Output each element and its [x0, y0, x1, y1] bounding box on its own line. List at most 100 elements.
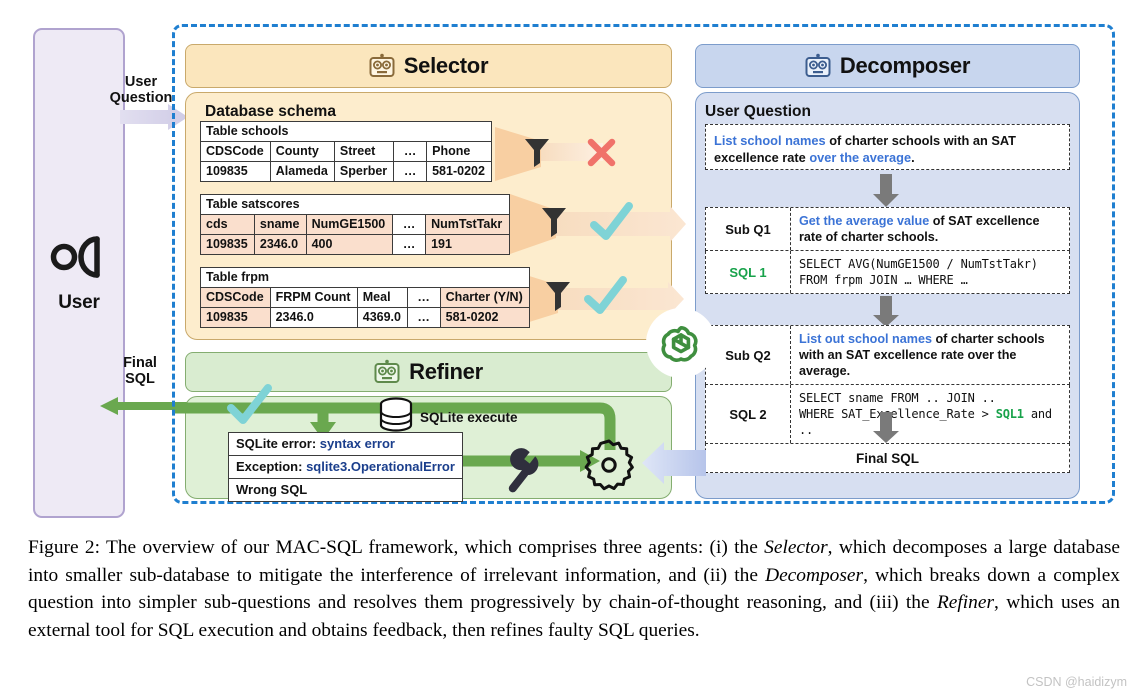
- table-header-row: cds sname NumGE1500 … NumTstTakr: [200, 214, 510, 235]
- sql-1-label: SQL 1: [706, 251, 791, 293]
- column-header: NumGE1500: [305, 214, 394, 235]
- refiner-title: Refiner: [409, 359, 483, 384]
- cell: 109835: [200, 234, 255, 255]
- table-header-row: CDSCode County Street … Phone: [200, 141, 492, 162]
- selector-filter-flow-1: [495, 127, 616, 181]
- caption-prefix: Figure 2:: [28, 537, 101, 558]
- table-row: 109835 2346.0 4369.0 … 581-0202: [200, 307, 531, 328]
- decomposer-title: Decomposer: [839, 53, 971, 78]
- table-name: Table schools: [200, 121, 492, 142]
- user-question-flow-label-line1: User: [124, 74, 158, 90]
- decomposer-header: Decomposer: [695, 44, 1080, 88]
- cell: 109835: [200, 307, 271, 328]
- column-header-ellipsis: …: [406, 287, 441, 308]
- user-question-flow-label: User Question: [103, 74, 179, 106]
- column-header: County: [269, 141, 335, 162]
- cell: 191: [425, 234, 510, 255]
- database-icon: [379, 397, 413, 432]
- final-sql-to-refiner-arrow: [642, 442, 706, 484]
- sub-q2-text: List out school names of charter schools…: [791, 326, 1069, 384]
- cell-ellipsis: …: [406, 307, 441, 328]
- error-key: Wrong SQL: [236, 482, 308, 497]
- decomposer-arrow-2: [873, 296, 899, 327]
- table-row: 109835 Alameda Sperber … 581-0202: [200, 161, 492, 182]
- final-sql-flow-label: Final SQL: [104, 355, 176, 387]
- sub-q1-block: Sub Q1 Get the average value of SAT exce…: [705, 207, 1070, 294]
- refiner-error-box: SQLite error: syntax error Exception: sq…: [228, 432, 463, 502]
- sql-1-code: SELECT AVG(NumGE1500 / NumTstTakr) FROM …: [791, 251, 1069, 293]
- column-header-ellipsis: …: [392, 214, 427, 235]
- cell: 581-0202: [439, 307, 531, 328]
- sql-2-code-ref: SQL1: [995, 407, 1024, 421]
- column-header: NumTstTakr: [425, 214, 510, 235]
- user-question-box: List school names of charter schools wit…: [705, 124, 1070, 170]
- table-name: Table satscores: [200, 194, 510, 215]
- cell-ellipsis: …: [392, 234, 427, 255]
- column-header: Street: [333, 141, 395, 162]
- table-name-row: Table schools: [200, 121, 492, 142]
- sub-q2-highlight: List out school names: [799, 332, 932, 346]
- sql-1-row: SQL 1 SELECT AVG(NumGE1500 / NumTstTakr)…: [705, 251, 1070, 294]
- cell: 2346.0: [269, 307, 358, 328]
- error-key: Exception:: [236, 459, 303, 474]
- sub-q2-label: Sub Q2: [706, 326, 791, 384]
- user-figure: User: [35, 226, 123, 314]
- user-question-text: List school names of charter schools wit…: [706, 125, 1069, 173]
- sql-1-code-line2: FROM frpm JOIN … WHERE …: [799, 273, 968, 287]
- robot-icon: [369, 53, 395, 77]
- person-icon: [50, 236, 100, 278]
- caption-text-1: The overview of our MAC-SQL framework, w…: [100, 537, 765, 558]
- uq-part1: List school names: [714, 133, 826, 148]
- uq-part4: .: [911, 150, 915, 165]
- table-row: SQLite error: syntax error: [228, 432, 463, 456]
- table-name-row: Table frpm: [200, 267, 530, 288]
- caption-em-refiner: Refiner: [936, 592, 995, 613]
- sql-2-code-line1: SELECT sname FROM .. JOIN ..: [799, 391, 996, 405]
- final-sql-label: Final SQL: [855, 450, 919, 466]
- selector-filter-flow-2: [510, 194, 686, 254]
- cell-ellipsis: …: [393, 161, 428, 182]
- database-schema-title: Database schema: [205, 103, 336, 120]
- uq-part3: over the average: [809, 150, 912, 165]
- sub-q1-label: Sub Q1: [706, 208, 791, 250]
- error-key: SQLite error:: [236, 436, 317, 451]
- sqlite-execute-label: SQLite execute: [420, 410, 518, 425]
- sql-1-code-line1: SELECT AVG(NumGE1500 / NumTstTakr): [799, 257, 1038, 271]
- column-header: CDSCode: [200, 287, 271, 308]
- robot-icon: [805, 53, 831, 77]
- schema-table-frpm: Table frpm CDSCode FRPM Count Meal … Cha…: [200, 267, 531, 328]
- column-header: Phone: [426, 141, 492, 162]
- selector-header: Selector: [185, 44, 672, 88]
- column-header: Meal: [356, 287, 408, 308]
- error-value: sqlite3.OperationalError: [302, 459, 455, 474]
- robot-icon: [374, 359, 400, 383]
- schema-table: Table satscores cds sname NumGE1500 … Nu…: [200, 194, 510, 255]
- sql-2-code: SELECT sname FROM .. JOIN .. WHERE SAT_E…: [791, 385, 1069, 443]
- table-row: 109835 2346.0 400 … 191: [200, 234, 510, 255]
- sub-q1-highlight: Get the average value: [799, 214, 930, 228]
- column-header: sname: [253, 214, 307, 235]
- error-table: SQLite error: syntax error Exception: sq…: [228, 432, 463, 502]
- final-sql-box: Final SQL: [705, 443, 1070, 473]
- wrench-icon: [508, 448, 539, 493]
- cell: 400: [305, 234, 394, 255]
- sub-q1-text: Get the average value of SAT excellence …: [791, 208, 1069, 250]
- column-header: Charter (Y/N): [439, 287, 531, 308]
- final-sql-flow-label-line2: SQL: [125, 371, 155, 387]
- table-name-row: Table satscores: [200, 194, 510, 215]
- user-label: User: [58, 292, 100, 313]
- watermark: CSDN @haidizym: [1026, 675, 1127, 689]
- caption-em-decomposer: Decomposer: [765, 564, 864, 586]
- cell: 581-0202: [426, 161, 492, 182]
- cell: Sperber: [333, 161, 395, 182]
- decomposer-arrow-1: [873, 174, 899, 207]
- openai-logo-icon: [646, 308, 716, 378]
- sql-2-label: SQL 2: [706, 385, 791, 443]
- column-header: CDSCode: [200, 141, 271, 162]
- figure-canvas: User User Question Final SQL Selector Da…: [0, 0, 1143, 695]
- table-name: Table frpm: [200, 267, 530, 288]
- error-row-cell: Wrong SQL: [228, 478, 463, 502]
- column-header-ellipsis: …: [393, 141, 428, 162]
- column-header: cds: [200, 214, 255, 235]
- figure-caption: Figure 2: The overview of our MAC-SQL fr…: [28, 534, 1120, 644]
